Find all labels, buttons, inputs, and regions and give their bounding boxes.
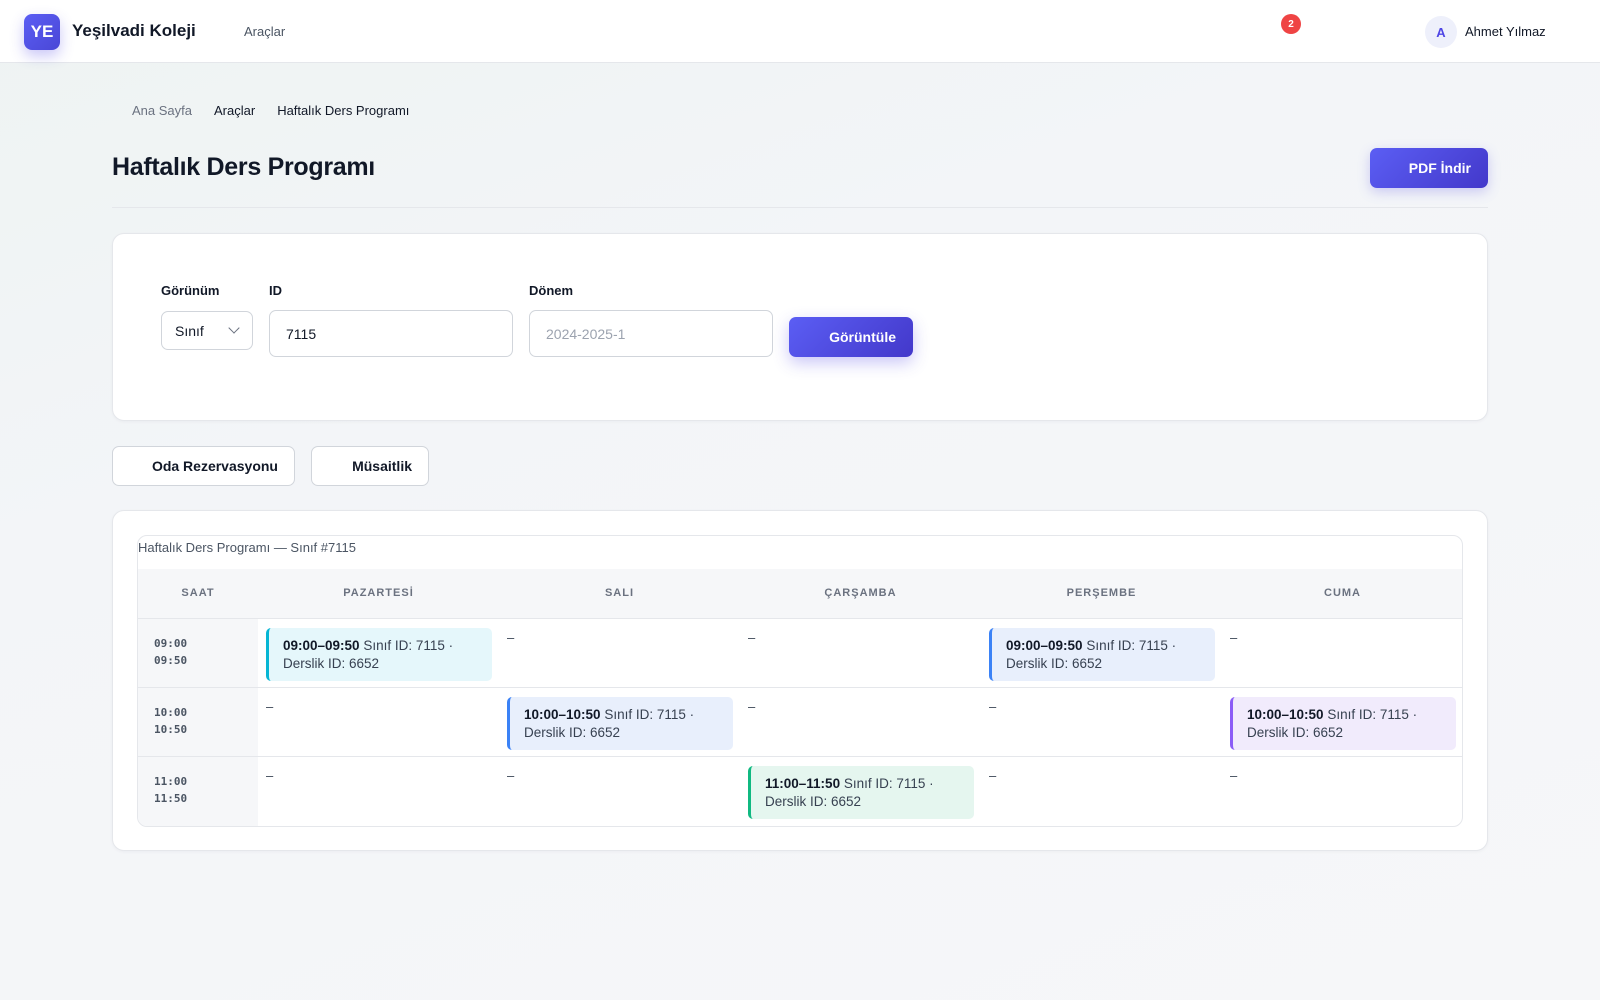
term-label: Dönem [529,283,574,298]
header-wednesday: ÇARŞAMBA [824,587,897,599]
view-select-value: Sınıf [175,322,204,339]
event-time: 09:00–09:50 [1006,638,1083,653]
room-booking-button[interactable]: Oda Rezervasyonu [112,446,295,486]
time-start: 10:00 [154,706,188,719]
event-time: 10:00–10:50 [524,707,601,722]
time-end: 10:50 [154,723,188,736]
schedule-table: Haftalık Ders Programı — Sınıf #7115 SAA… [137,535,1463,827]
breadcrumb: Ana Sayfa Araçlar Haftalık Ders Programı [132,103,431,118]
empty-cell: – [266,699,274,714]
header-friday: CUMA [1324,587,1361,599]
header-tuesday: SALI [604,587,635,599]
availability-button[interactable]: Müsaitlik [311,446,429,486]
class-event[interactable]: 10:00–10:50 Sınıf ID: 7115 · Derslik ID:… [1230,697,1456,750]
id-input[interactable]: 7115 [269,310,513,357]
user-name[interactable]: Ahmet Yılmaz [1465,24,1546,39]
empty-cell: – [748,630,756,645]
table-row: 09:00 09:50 09:00–09:50 Sınıf ID: 7115 ·… [138,619,1462,688]
empty-cell: – [507,768,515,783]
time-start: 11:00 [154,775,188,788]
title-divider [112,207,1488,208]
time-end: 09:50 [154,654,188,667]
event-time: 10:00–10:50 [1247,707,1324,722]
time-end: 11:50 [154,792,188,805]
top-bar: YE Yeşilvadi Koleji Araçlar 2 A Ahmet Yı… [0,0,1600,63]
empty-cell: – [1230,768,1238,783]
schedule-caption: Haftalık Ders Programı — Sınıf #7115 [138,540,356,555]
empty-cell: – [989,699,997,714]
table-row: 10:00 10:50 – 10:00–10:50 Sınıf ID: 7115… [138,688,1462,757]
class-event[interactable]: 09:00–09:50 Sınıf ID: 7115 · Derslik ID:… [266,628,492,681]
empty-cell: – [748,699,756,714]
empty-cell: – [266,768,274,783]
event-time: 09:00–09:50 [283,638,360,653]
event-time: 11:00–11:50 [765,776,841,791]
time-cell: 11:00 11:50 [138,757,258,826]
page-title: Haftalık Ders Programı [112,153,375,181]
time-start: 09:00 [154,637,188,650]
class-event[interactable]: 10:00–10:50 Sınıf ID: 7115 · Derslik ID:… [507,697,733,750]
breadcrumb-home[interactable]: Ana Sayfa [132,103,192,118]
breadcrumb-tools[interactable]: Araçlar [214,103,255,118]
pdf-download-button[interactable]: PDF İndir [1370,148,1488,188]
schedule-header-row: SAAT PAZARTESİ SALI ÇARŞAMBA PERŞEMBE CU… [138,569,1462,619]
brand-logo[interactable]: YE [24,14,60,50]
nav-tools-link[interactable]: Araçlar [244,24,285,39]
notification-count-badge: 2 [1281,14,1301,34]
header-time: SAAT [181,587,215,599]
header-thursday: PERŞEMBE [1066,587,1137,599]
id-label: ID [269,283,282,298]
header-monday: PAZARTESİ [343,587,414,599]
class-event[interactable]: 09:00–09:50 Sınıf ID: 7115 · Derslik ID:… [989,628,1215,681]
empty-cell: – [507,630,515,645]
view-label: Görünüm [161,283,220,298]
avatar[interactable]: A [1425,16,1457,48]
empty-cell: – [1230,630,1238,645]
time-cell: 09:00 09:50 [138,619,258,687]
term-input[interactable]: 2024-2025-1 [529,310,773,357]
breadcrumb-current: Haftalık Ders Programı [277,103,410,118]
brand-name[interactable]: Yeşilvadi Koleji [72,21,196,41]
time-cell: 10:00 10:50 [138,688,258,756]
chevron-down-icon [228,322,240,334]
class-event[interactable]: 11:00–11:50 Sınıf ID: 7115 · Derslik ID:… [748,766,974,819]
show-button[interactable]: Görüntüle [789,317,913,357]
table-row: 11:00 11:50 – – 11:00–11:50 Sınıf ID: 71… [138,757,1462,826]
view-select[interactable]: Sınıf [161,311,253,350]
empty-cell: – [989,768,997,783]
